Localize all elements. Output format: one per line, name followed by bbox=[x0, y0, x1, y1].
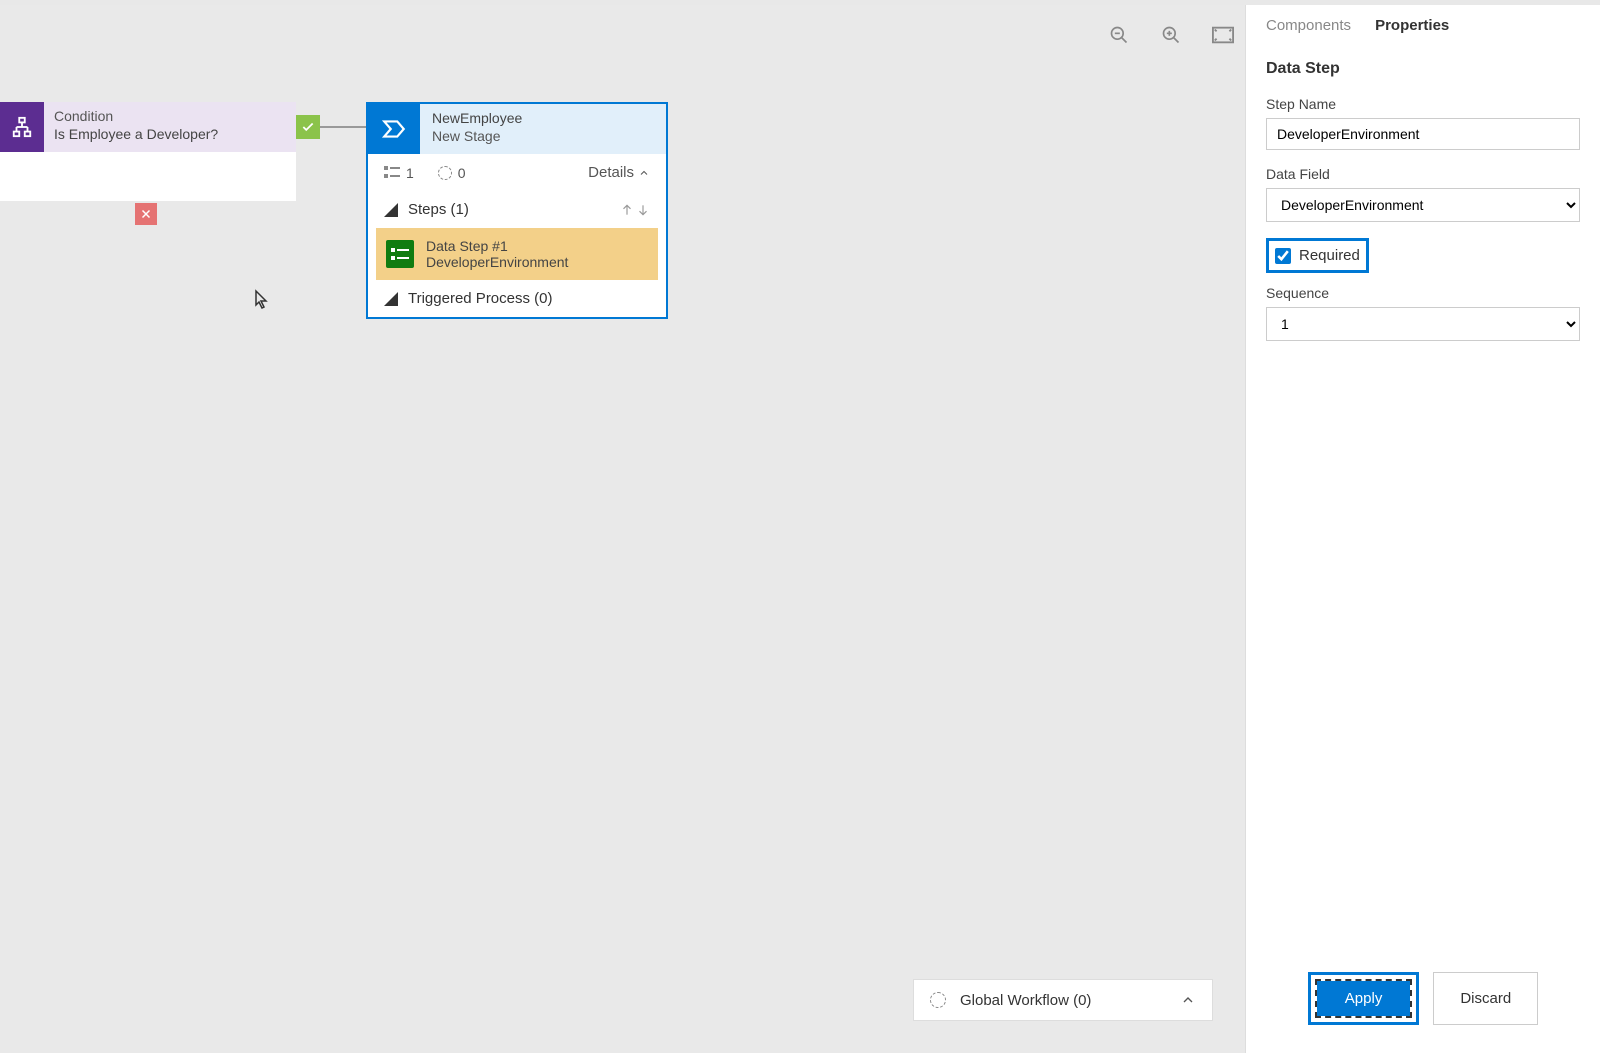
condition-no-badge[interactable] bbox=[135, 203, 157, 225]
data-step-item[interactable]: Data Step #1 DeveloperEnvironment bbox=[376, 228, 658, 280]
condition-question: Is Employee a Developer? bbox=[54, 126, 286, 142]
data-step-name: DeveloperEnvironment bbox=[426, 254, 568, 270]
required-checkbox[interactable] bbox=[1275, 248, 1291, 264]
stage-subtitle: New Stage bbox=[432, 128, 654, 144]
form-icon bbox=[386, 240, 414, 268]
stage-title: NewEmployee bbox=[432, 110, 654, 126]
condition-yes-badge[interactable] bbox=[296, 115, 320, 139]
workflow-circle-icon bbox=[930, 992, 946, 1008]
global-workflow-label: Global Workflow (0) bbox=[960, 992, 1091, 1009]
condition-node[interactable]: Condition Is Employee a Developer? bbox=[0, 102, 296, 201]
triangle-icon bbox=[384, 292, 398, 306]
data-field-select[interactable]: DeveloperEnvironment bbox=[1266, 188, 1580, 222]
triangle-icon bbox=[384, 203, 398, 217]
tab-components[interactable]: Components bbox=[1266, 17, 1351, 38]
zoom-in-icon[interactable] bbox=[1159, 23, 1183, 47]
step-name-input[interactable] bbox=[1266, 118, 1580, 150]
cursor-icon bbox=[254, 289, 270, 314]
stage-node[interactable]: NewEmployee New Stage 1 0 Details bbox=[366, 102, 668, 319]
reorder-arrows[interactable] bbox=[620, 202, 650, 218]
chevron-up-icon bbox=[1180, 992, 1196, 1008]
data-field-label: Data Field bbox=[1266, 166, 1580, 182]
sequence-select[interactable]: 1 bbox=[1266, 307, 1580, 341]
required-label: Required bbox=[1299, 247, 1360, 264]
canvas-area[interactable]: Condition Is Employee a Developer? NewEm… bbox=[0, 5, 1245, 1053]
global-workflow-bar[interactable]: Global Workflow (0) bbox=[913, 979, 1213, 1021]
condition-label: Condition bbox=[54, 108, 286, 124]
condition-branch-icon bbox=[0, 102, 44, 152]
properties-panel: Components Properties Data Step Step Nam… bbox=[1245, 5, 1600, 1053]
zoom-out-icon[interactable] bbox=[1107, 23, 1131, 47]
triggered-process-label: Triggered Process (0) bbox=[408, 290, 553, 307]
required-checkbox-row[interactable]: Required bbox=[1266, 238, 1369, 273]
stage-process-count: 0 bbox=[438, 165, 466, 181]
stage-steps-count: 1 bbox=[384, 165, 414, 181]
discard-button[interactable]: Discard bbox=[1433, 972, 1538, 1025]
data-step-title: Data Step #1 bbox=[426, 238, 568, 254]
steps-header: Steps (1) bbox=[384, 201, 469, 218]
panel-title: Data Step bbox=[1266, 60, 1580, 78]
apply-button[interactable]: Apply bbox=[1317, 981, 1411, 1016]
details-toggle[interactable]: Details bbox=[588, 164, 650, 181]
sequence-label: Sequence bbox=[1266, 285, 1580, 301]
step-name-label: Step Name bbox=[1266, 96, 1580, 112]
stage-chevron-icon bbox=[368, 104, 420, 154]
tab-properties[interactable]: Properties bbox=[1375, 17, 1449, 38]
fit-screen-icon[interactable] bbox=[1211, 23, 1235, 47]
connector-line bbox=[320, 126, 366, 128]
